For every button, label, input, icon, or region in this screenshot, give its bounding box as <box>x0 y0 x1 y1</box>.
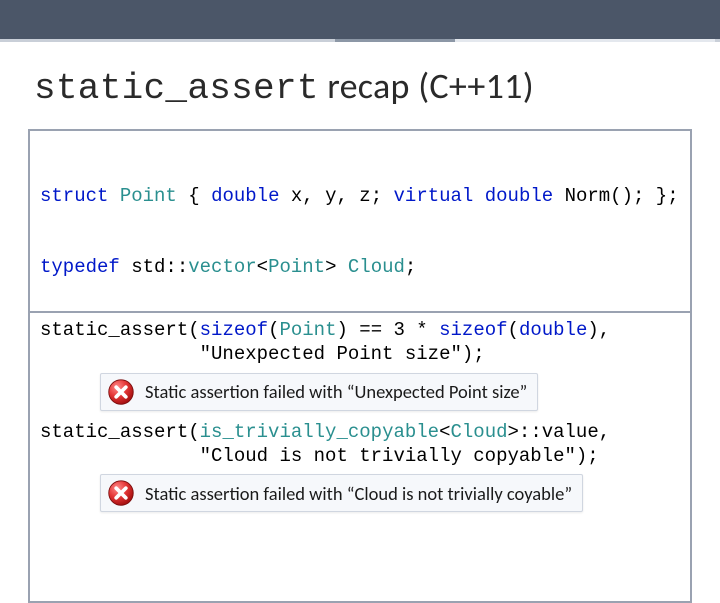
type-token: Cloud <box>451 421 508 443</box>
keyword-token: double <box>211 185 279 207</box>
keyword-token: double <box>519 319 587 341</box>
code-token: ; <box>405 256 416 278</box>
code-token: < <box>439 421 450 443</box>
code-line: "Unexpected Point size"); <box>40 343 680 367</box>
slide-title: static_assert recap (C++11) <box>0 42 720 121</box>
error-text: Static assertion failed with “Cloud is n… <box>145 482 572 505</box>
code-token: Norm(); }; <box>553 185 678 207</box>
code-line: struct Point { double x, y, z; virtual d… <box>40 185 680 209</box>
code-token: ( <box>508 319 519 341</box>
code-token: > <box>325 256 348 278</box>
type-token: Point <box>120 185 177 207</box>
code-token: static_assert( <box>40 421 200 443</box>
type-token: is_trivially_copyable <box>200 421 439 443</box>
header-accent-2 <box>455 39 715 42</box>
type-token: vector <box>188 256 256 278</box>
code-token <box>108 185 119 207</box>
error-text: Static assertion failed with “Unexpected… <box>145 380 527 403</box>
keyword-token: virtual <box>394 185 474 207</box>
keyword-token: sizeof <box>200 319 268 341</box>
type-token: Cloud <box>348 256 405 278</box>
code-token <box>473 185 484 207</box>
code-token: < <box>257 256 268 278</box>
code-token: { <box>177 185 211 207</box>
code-box-asserts: static_assert(sizeof(Point) == 3 * sizeo… <box>28 313 692 603</box>
type-token: Point <box>268 256 325 278</box>
code-token: ), <box>587 319 610 341</box>
code-token: >::value, <box>508 421 611 443</box>
keyword-token: struct <box>40 185 108 207</box>
code-token: ) == 3 * <box>336 319 439 341</box>
keyword-token: double <box>485 185 553 207</box>
keyword-token: sizeof <box>439 319 507 341</box>
code-line: typedef std::vector<Point> Cloud; <box>40 256 680 280</box>
error-callout-1: Static assertion failed with “Unexpected… <box>100 373 538 411</box>
code-token: ( <box>268 319 279 341</box>
error-callout-2: Static assertion failed with “Cloud is n… <box>100 474 583 512</box>
code-box-declarations: struct Point { double x, y, z; virtual d… <box>28 129 692 313</box>
code-line: static_assert(sizeof(Point) == 3 * sizeo… <box>40 319 680 343</box>
code-line: "Cloud is not trivially copyable"); <box>40 445 680 469</box>
code-token: "Unexpected Point size"); <box>40 343 485 365</box>
code-line: static_assert(is_trivially_copyable<Clou… <box>40 421 680 445</box>
code-token: "Cloud is not trivially copyable"); <box>40 445 599 467</box>
code-token: x, y, z; <box>279 185 393 207</box>
code-token: static_assert( <box>40 319 200 341</box>
keyword-token: typedef <box>40 256 120 278</box>
error-x-icon <box>107 378 135 406</box>
title-rest: recap (C++11) <box>319 64 534 108</box>
error-x-icon <box>107 479 135 507</box>
slide-header-bar <box>0 0 720 42</box>
header-accent-1 <box>335 39 455 42</box>
code-token: std:: <box>120 256 188 278</box>
title-mono: static_assert <box>34 68 319 109</box>
type-token: Point <box>279 319 336 341</box>
